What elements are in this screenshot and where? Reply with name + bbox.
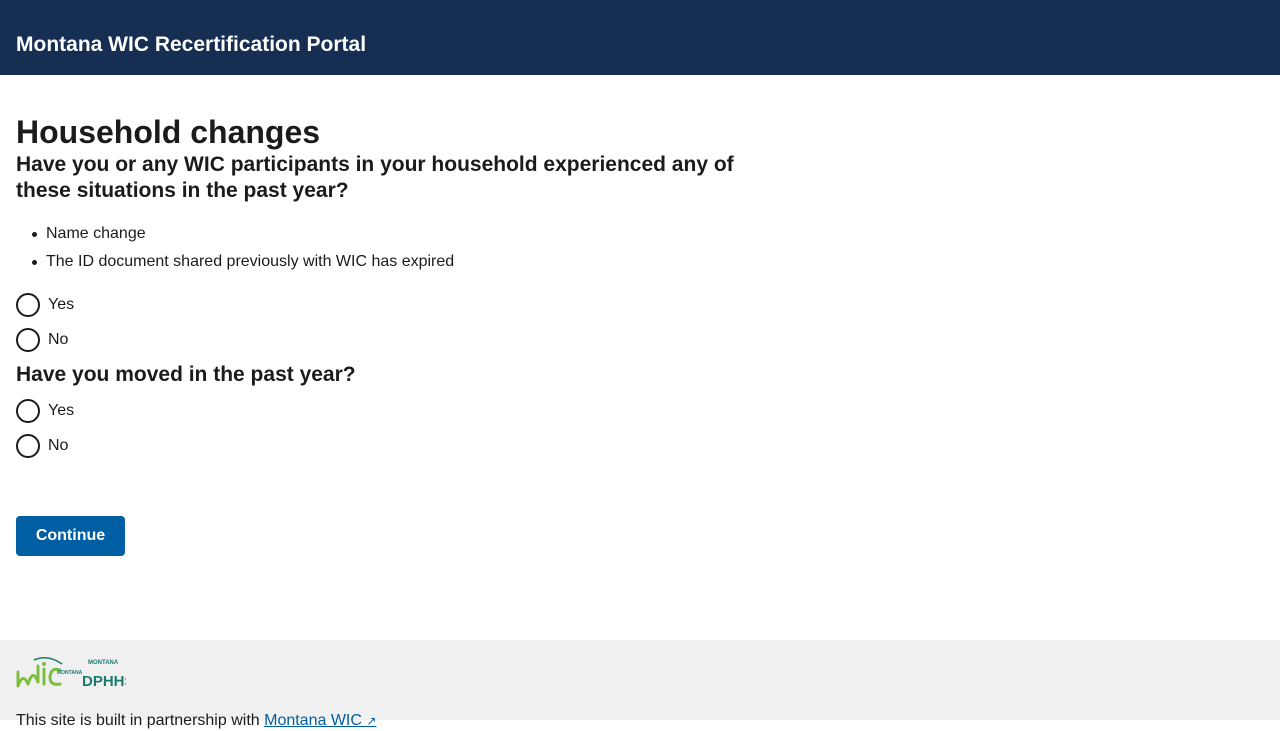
radio-circle-icon[interactable]: [16, 433, 40, 458]
question-1-options: Yes No: [16, 292, 1264, 352]
question-household-situations: Have you or any WIC participants in your…: [16, 152, 1264, 362]
situations-list: Name change The ID document shared previ…: [16, 220, 1264, 276]
svg-text:MONTANA: MONTANA: [57, 670, 83, 676]
montana-wic-logo[interactable]: MONTANA: [16, 656, 84, 688]
question-2-text: Have you moved in the past year?: [16, 363, 356, 386]
external-link-icon: ↗: [366, 714, 377, 728]
radio-label[interactable]: No: [48, 331, 68, 349]
page-title: Household changes: [16, 114, 321, 150]
question-1-text: Have you or any WIC participants in your…: [16, 153, 734, 202]
radio-label[interactable]: Yes: [48, 296, 74, 314]
q1-no-radio[interactable]: No: [16, 327, 1264, 352]
main-content: Household changes Have you or any WIC pa…: [0, 112, 1280, 556]
list-item: Name change: [16, 220, 1264, 248]
radio-circle-icon[interactable]: [16, 398, 40, 423]
list-item: The ID document shared previously with W…: [16, 248, 1264, 276]
radio-circle-icon[interactable]: [16, 292, 40, 317]
q2-no-radio[interactable]: No: [16, 433, 1264, 458]
radio-circle-icon[interactable]: [16, 327, 40, 352]
footer-partnership-text: This site is built in partnership with M…: [16, 711, 1264, 731]
footer-logos: MONTANA MONTANA DPHHS: [16, 656, 1264, 688]
site-header: Montana WIC Recertification Portal: [0, 0, 1280, 75]
footer-text: This site is built in partnership with: [16, 712, 260, 729]
question-2-options: Yes No: [16, 398, 1264, 458]
svg-text:DPHHS: DPHHS: [82, 673, 126, 688]
svg-text:MONTANA: MONTANA: [88, 660, 119, 666]
montana-dphhs-logo[interactable]: MONTANA DPHHS: [82, 656, 126, 688]
radio-label[interactable]: Yes: [48, 402, 74, 420]
q2-yes-radio[interactable]: Yes: [16, 398, 1264, 423]
q1-yes-radio[interactable]: Yes: [16, 292, 1264, 317]
site-title[interactable]: Montana WIC Recertification Portal: [16, 32, 1264, 58]
continue-button[interactable]: Continue: [16, 516, 125, 556]
montana-wic-link[interactable]: Montana WIC ↗: [264, 712, 376, 729]
question-moved: Have you moved in the past year? Yes No: [16, 362, 1264, 468]
radio-label[interactable]: No: [48, 437, 68, 455]
site-footer: MONTANA MONTANA DPHHS This site is built…: [0, 640, 1280, 729]
